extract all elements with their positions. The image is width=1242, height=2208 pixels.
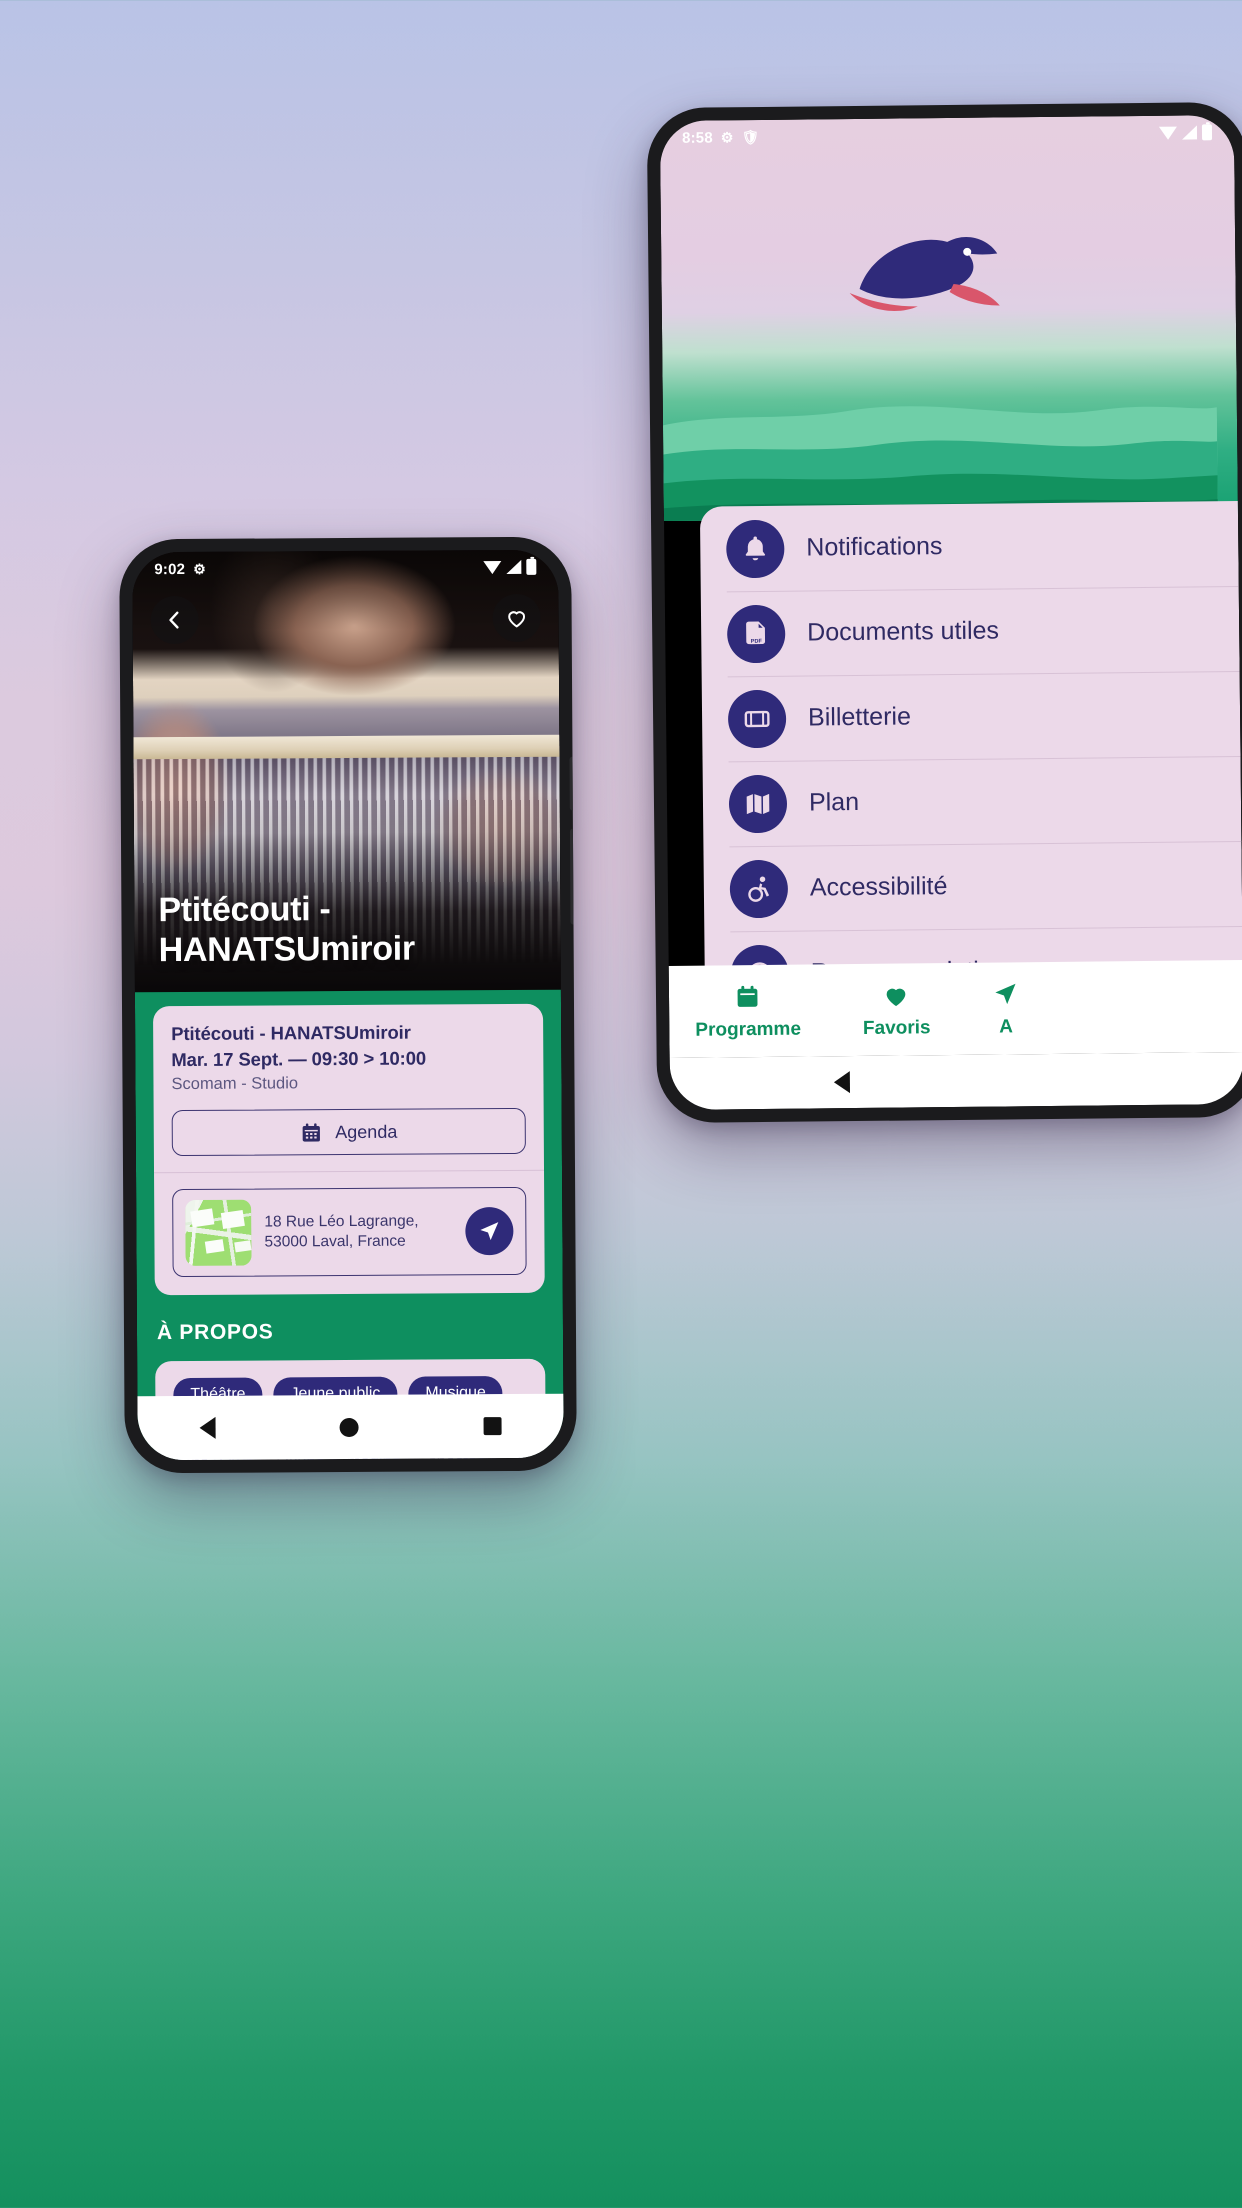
tab-favoris[interactable]: Favoris [862,980,931,1040]
menu-item-label: Plan [808,787,860,817]
map-icon [728,774,788,833]
event-datetime: Mar. 17 Sept. — 09:30 > 10:00 [171,1047,427,1071]
status-clock: 8:58 [681,128,713,147]
pdf-document-icon: PDF [726,604,786,663]
right-system-nav [669,1051,1242,1110]
phone-right: 8:58 ⚙ 🛡 Notifications PDF Documents uti… [646,101,1242,1124]
gear-icon: ⚙ [720,129,734,146]
recents-square-icon[interactable] [483,1417,502,1436]
hills-illustration [659,406,1219,522]
agenda-button[interactable]: Agenda [171,1107,526,1157]
shield-icon: 🛡 [741,128,760,146]
menu-item-label: Documents utiles [807,616,1000,647]
phone-right-screen: 8:58 ⚙ 🛡 Notifications PDF Documents uti… [659,115,1242,1110]
tab-a[interactable]: A [992,979,1020,1038]
tab-label: A [999,1015,1014,1038]
wifi-icon [1158,126,1178,140]
right-hero-illustration [659,115,1238,522]
heart-outline-icon [508,611,526,628]
navigate-button[interactable] [465,1206,514,1256]
tab-programme[interactable]: Programme [695,981,801,1041]
power-button[interactable] [569,756,576,811]
event-title: Ptitécouti - HANATSUmiroir [171,1021,411,1045]
map-thumbnail [185,1199,252,1266]
calendar-icon [734,982,761,1012]
card-divider [154,1169,545,1174]
event-info-card: Ptitécouti - HANATSUmiroir Mar. 17 Sept.… [153,1003,545,1296]
back-triangle-icon[interactable] [833,1071,851,1094]
signal-icon [1181,125,1198,140]
wifi-icon [483,560,502,574]
event-hero-image: Ptitécouti - HANATSUmiroir [132,549,561,993]
tab-label: Programme [695,1018,802,1041]
back-button[interactable] [150,595,199,645]
svg-text:PDF: PDF [751,638,763,644]
chevron-left-icon [169,611,179,629]
left-status-bar: 9:02 ⚙ [132,550,558,587]
heart-filled-icon [882,980,910,1010]
navigate-icon [992,979,1019,1009]
tab-label: Favoris [862,1016,931,1039]
agenda-button-label: Agenda [335,1121,398,1142]
menu-item-label: Billetterie [807,702,912,732]
menu-item-documents-utiles[interactable]: PDF Documents utiles [701,586,1240,677]
menu-item-accessibilite[interactable]: Accessibilité [703,841,1242,932]
phone-left-screen: 9:02 ⚙ Ptitécouti - HANATSUmiroir Ptitéc… [132,549,564,1461]
about-heading: À PROPOS [156,1320,274,1345]
left-system-nav [137,1393,564,1461]
battery-icon [526,558,537,575]
bell-icon [726,519,785,578]
menu-item-notifications[interactable]: Notifications [700,501,1239,592]
ticket-icon [727,689,787,748]
battery-icon [1201,124,1213,141]
event-body: Ptitécouti - HANATSUmiroir Mar. 17 Sept.… [134,989,564,1461]
favorite-button[interactable] [492,593,541,643]
right-menu-list: Notifications PDF Documents utiles Bille… [699,501,1242,1018]
gear-icon: ⚙ [193,560,206,577]
menu-item-plan[interactable]: Plan [703,756,1242,847]
address-text: 18 Rue Léo Lagrange, 53000 Laval, France [264,1212,419,1251]
home-circle-icon[interactable] [340,1417,360,1437]
calendar-icon [303,1122,321,1142]
phone-left: 9:02 ⚙ Ptitécouti - HANATSUmiroir Ptitéc… [119,536,577,1474]
status-clock: 9:02 [154,560,186,578]
volume-button[interactable] [569,828,577,925]
right-bottom-tab-bar: Programme Favoris A [668,959,1242,1058]
address-row[interactable]: 18 Rue Léo Lagrange, 53000 Laval, France [172,1186,527,1278]
event-venue: Scomam - Studio [171,1074,299,1094]
hero-title: Ptitécouti - HANATSUmiroir [158,890,415,969]
right-status-bar: 8:58 ⚙ 🛡 [660,115,1234,155]
menu-item-billetterie[interactable]: Billetterie [702,671,1241,762]
back-triangle-icon[interactable] [199,1416,216,1439]
wheelchair-icon [729,859,789,918]
navigate-icon [480,1222,499,1241]
menu-item-label: Accessibilité [809,872,948,902]
menu-item-label: Notifications [806,532,943,562]
signal-icon [506,559,522,575]
